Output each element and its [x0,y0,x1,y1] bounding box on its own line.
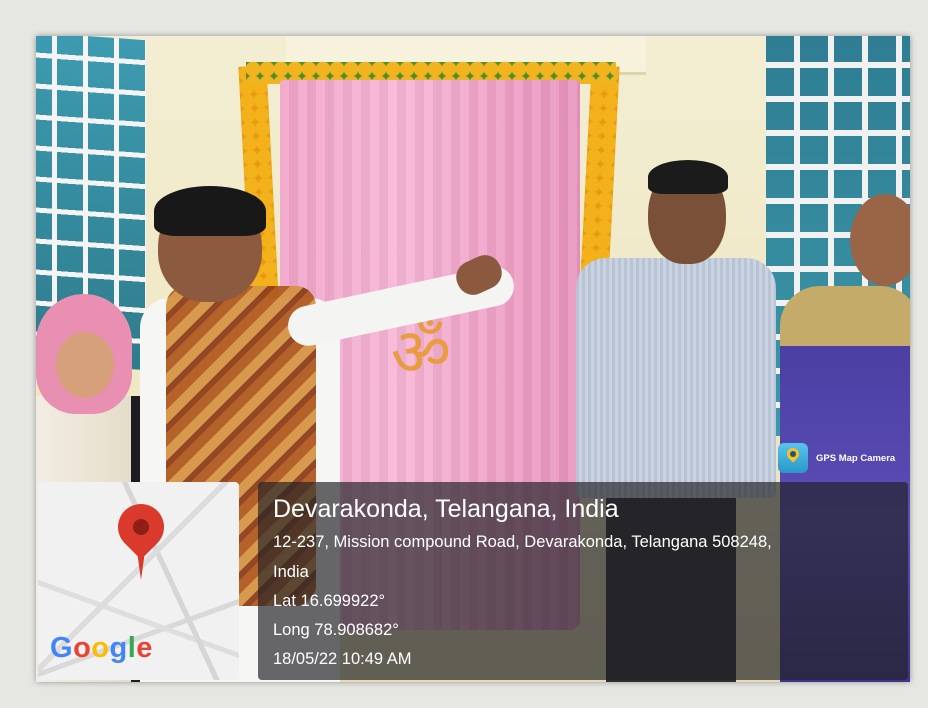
google-logo-letter: G [50,632,74,664]
gps-map-camera-icon [778,443,808,473]
man-right-shirt [576,258,776,498]
google-logo-letter: o [73,632,92,664]
man-center-hair [154,186,266,236]
longitude-text: Long 78.908682° [273,621,399,639]
map-pin-tail [136,544,146,580]
location-info-card: Devarakonda, Telangana, India 12-237, Mi… [258,482,908,680]
om-symbol: ॐ [390,314,452,391]
google-logo-letter: l [127,632,137,664]
photo-frame: ॐ GPS Map Camera Google Devarakonda, Tel… [0,0,928,708]
map-thumbnail: Google [38,482,239,680]
google-logo-letter: g [109,632,128,664]
woman-left-face [56,332,114,398]
gps-map-camera-badge: GPS Map Camera [778,440,908,476]
woman-right-head [850,194,910,286]
gps-map-camera-label: GPS Map Camera [816,452,896,464]
address-line-1: 12-237, Mission compound Road, Devarakon… [273,533,772,551]
location-title: Devarakonda, Telangana, India [273,495,619,523]
google-logo-letter: o [91,632,110,664]
datetime-text: 18/05/22 10:49 AM [273,650,412,668]
man-right-hair [648,160,728,194]
google-logo: Google [50,632,153,665]
address-line-2: India [273,563,309,581]
latitude-text: Lat 16.699922° [273,592,386,610]
google-logo-letter: e [136,632,153,664]
